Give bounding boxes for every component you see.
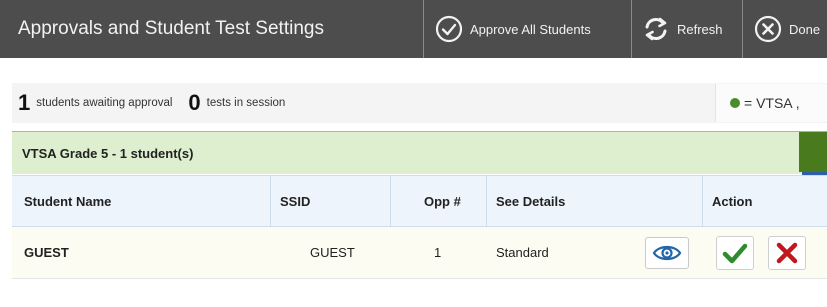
column-divider — [486, 176, 487, 227]
close-icon — [754, 15, 782, 43]
awaiting-text: students awaiting approval — [36, 97, 173, 109]
column-header-see-details: See Details — [496, 194, 566, 209]
test-legend: = VTSA , — [715, 84, 827, 122]
in-session-text: tests in session — [206, 97, 286, 109]
page-title: Approvals and Student Test Settings — [18, 18, 324, 39]
approve-check-icon — [722, 243, 748, 264]
refresh-icon — [645, 17, 667, 41]
column-header-action: Action — [712, 194, 753, 209]
refresh-button[interactable]: Refresh — [631, 0, 742, 58]
approvals-table: Student Name SSID Opp # See Details Acti… — [12, 175, 827, 279]
approve-all-button[interactable]: Approve All Students — [423, 0, 631, 58]
view-details-button[interactable] — [645, 237, 689, 269]
done-label: Done — [789, 21, 821, 37]
deny-x-icon — [776, 242, 798, 264]
column-divider — [270, 176, 271, 227]
session-status-bar: 1 students awaiting approval 0 tests in … — [12, 83, 827, 123]
awaiting-count: 1 — [18, 90, 31, 115]
opp-cell: 1 — [434, 245, 442, 260]
student-name-cell: GUEST — [24, 245, 69, 260]
test-group-header[interactable]: VTSA Grade 5 - 1 student(s) — [12, 131, 827, 175]
app-header: Approvals and Student Test Settings Appr… — [0, 0, 827, 58]
deny-student-button[interactable] — [768, 236, 806, 270]
table-row: GUEST GUEST 1 Standard — [12, 227, 827, 279]
eye-icon — [652, 245, 682, 261]
done-button[interactable]: Done — [742, 0, 827, 58]
column-divider — [390, 176, 391, 227]
column-divider — [702, 176, 703, 227]
refresh-label: Refresh — [677, 21, 723, 37]
approve-all-check-icon — [435, 15, 463, 43]
group-accent — [799, 132, 827, 172]
approve-student-button[interactable] — [716, 236, 754, 270]
test-group-label: VTSA Grade 5 - 1 student(s) — [22, 146, 194, 161]
details-cell: Standard — [496, 245, 549, 260]
column-header-opp[interactable]: Opp # — [424, 176, 461, 227]
approve-all-label: Approve All Students — [470, 21, 591, 37]
legend-text: = VTSA , — [744, 95, 800, 111]
ssid-cell: GUEST — [310, 245, 355, 260]
column-header-ssid[interactable]: SSID — [280, 176, 310, 227]
table-header-row: Student Name SSID Opp # See Details Acti… — [12, 175, 827, 227]
column-header-student-name[interactable]: Student Name — [24, 176, 111, 227]
in-session-count: 0 — [188, 90, 201, 115]
vtsa-legend-dot — [730, 98, 740, 108]
